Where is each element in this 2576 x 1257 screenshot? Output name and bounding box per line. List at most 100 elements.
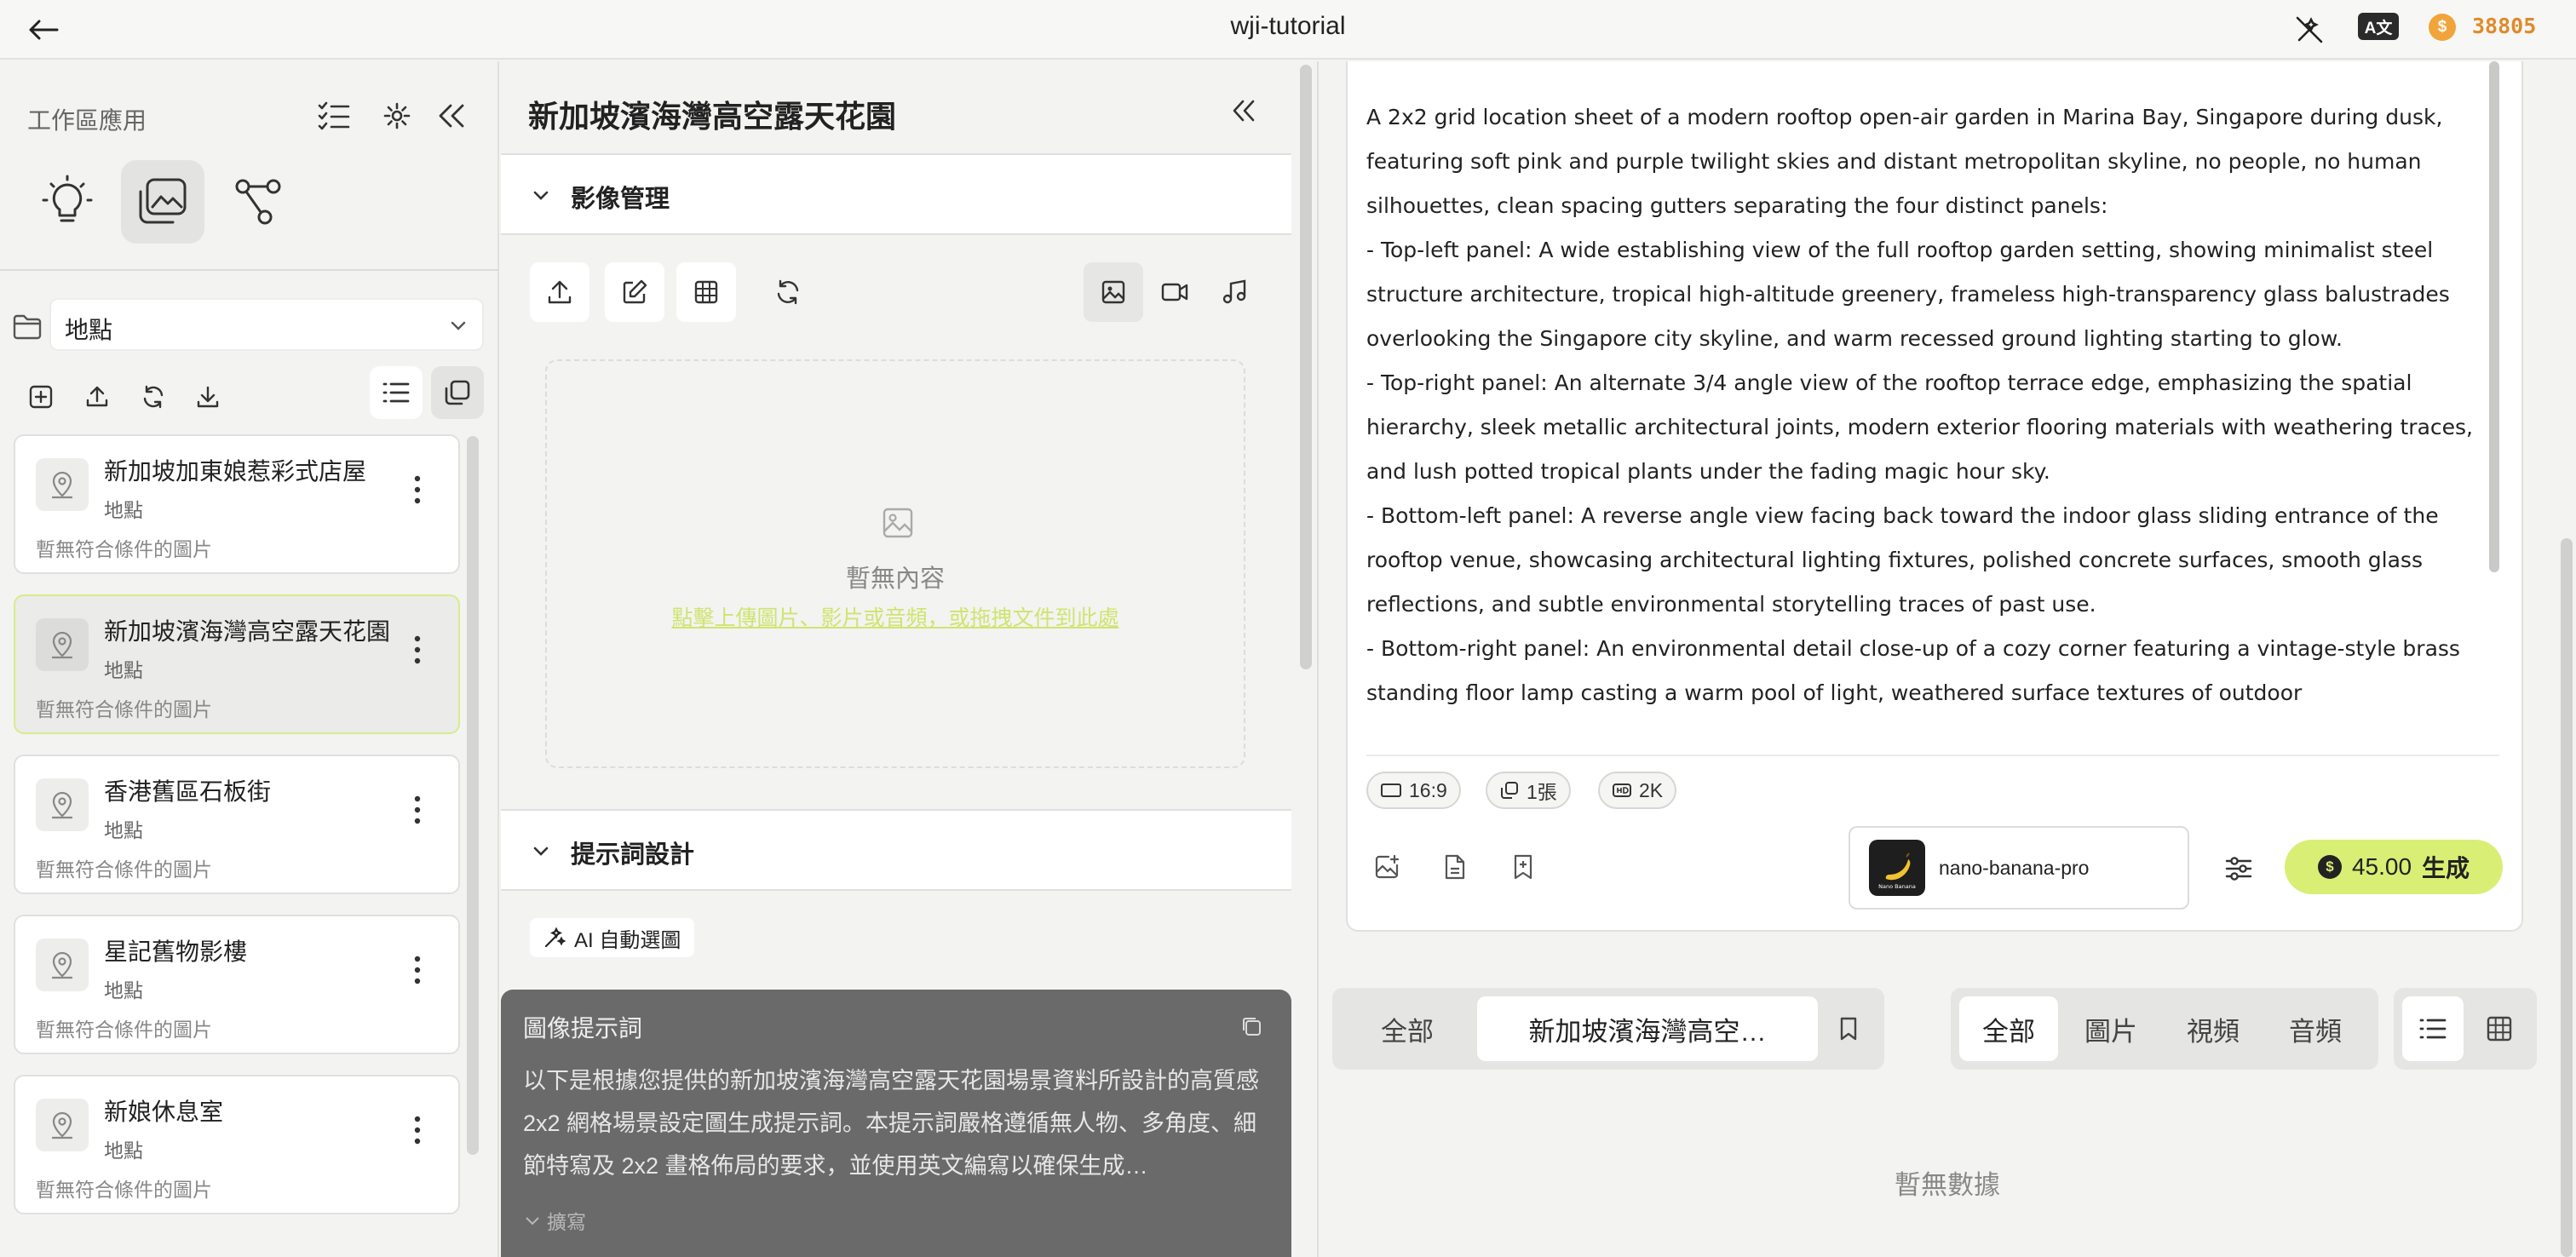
language-icon[interactable]: A文	[2358, 13, 2399, 40]
list-view-icon[interactable]	[2402, 996, 2464, 1061]
bookmark-add-icon[interactable]	[1501, 845, 1545, 889]
collapse-sidebar-icon[interactable]	[429, 94, 474, 138]
music-filter-icon[interactable]	[1205, 262, 1264, 322]
upload-drop-zone[interactable]: 暫無內容 點擊上傳圖片、影片或音頻，或拖拽文件到此處	[545, 359, 1245, 768]
collapse-panel-icon[interactable]	[1222, 89, 1266, 133]
location-card[interactable]: 星記舊物影樓 地點 暫無符合條件的圖片	[14, 915, 460, 1054]
prompt-design-header[interactable]: 提示詞設計	[501, 809, 1291, 891]
media-tab-video[interactable]: 視頻	[2164, 996, 2263, 1061]
results-scrollbar[interactable]	[2561, 538, 2573, 1257]
generator-panel: A 2x2 grid location sheet of a modern ro…	[1319, 61, 2576, 1257]
sidebar-scrollbar[interactable]	[467, 436, 479, 1155]
media-tab-audio[interactable]: 音頻	[2266, 996, 2365, 1061]
resolution-value: 2K	[1639, 778, 1664, 801]
chevron-down-icon	[533, 847, 549, 856]
add-item-icon[interactable]	[19, 375, 63, 419]
app-title: wji-tutorial	[1230, 12, 1346, 40]
location-type: 地點	[104, 819, 143, 841]
location-type: 地點	[104, 659, 143, 681]
location-status: 暫無符合條件的圖片	[36, 858, 212, 881]
location-name: 香港舊區石板街	[104, 778, 272, 805]
location-name: 新娘休息室	[104, 1099, 224, 1125]
wand-off-icon[interactable]	[2290, 10, 2329, 49]
more-options-icon[interactable]	[400, 789, 434, 831]
more-options-icon[interactable]	[400, 628, 434, 671]
location-pin-icon	[36, 778, 89, 831]
prompt-box-text[interactable]: 以下是根據您提供的新加坡濱海灣高空露天花園場景資料所設計的高質感 2x2 網格場…	[523, 1059, 1269, 1187]
model-selector[interactable]: Nano Banana nano-banana-pro	[1849, 826, 2189, 910]
settings-sliders-icon[interactable]	[2215, 845, 2263, 893]
image-management-header[interactable]: 影像管理	[501, 153, 1291, 235]
section-label: 影像管理	[571, 186, 670, 213]
section-label: 提示詞設計	[571, 841, 695, 869]
checklist-icon[interactable]	[312, 94, 356, 138]
panel-title: 新加坡濱海灣高空露天花園	[528, 99, 897, 134]
generate-cost: 45.00	[2351, 853, 2412, 880]
location-card[interactable]: 香港舊區石板街 地點 暫無符合條件的圖片	[14, 755, 460, 894]
document-icon[interactable]	[1433, 845, 1477, 889]
download-icon[interactable]	[186, 375, 230, 419]
media-tab-image[interactable]: 圖片	[2061, 996, 2160, 1061]
image-count-chip[interactable]: 1張	[1486, 772, 1571, 809]
ai-button-label: AI 自動選圖	[574, 928, 681, 952]
coin-icon: $	[2317, 855, 2342, 879]
location-card-selected[interactable]: 新加坡濱海灣高空露天花園 地點 暫無符合條件的圖片	[14, 594, 460, 734]
prompt-scrollbar[interactable]	[2489, 61, 2499, 572]
resolution-chip[interactable]: 2K	[1598, 772, 1677, 809]
scope-all-tab[interactable]: 全部	[1344, 996, 1470, 1061]
image-filter-icon[interactable]	[1084, 262, 1143, 322]
location-status: 暫無符合條件的圖片	[36, 538, 212, 560]
location-type: 地點	[104, 1139, 143, 1162]
upload-icon[interactable]	[75, 375, 119, 419]
more-options-icon[interactable]	[400, 468, 434, 511]
image-gallery-app-icon[interactable]	[121, 160, 204, 244]
grid-view-icon[interactable]	[2469, 996, 2530, 1061]
gear-icon[interactable]	[375, 94, 419, 138]
upload-link[interactable]: 點擊上傳圖片、影片或音頻，或拖拽文件到此處	[547, 601, 1244, 632]
refresh-icon[interactable]	[758, 262, 818, 322]
copy-icon[interactable]	[1240, 1015, 1262, 1037]
scope-current-tab[interactable]: 新加坡濱海灣高空…	[1477, 996, 1818, 1061]
list-view-icon[interactable]	[370, 366, 423, 419]
lightbulb-app-icon[interactable]	[26, 160, 109, 244]
prompt-editor[interactable]: A 2x2 grid location sheet of a modern ro…	[1366, 95, 2482, 744]
bookmark-icon[interactable]	[1826, 1007, 1871, 1051]
category-select[interactable]: 地點	[49, 298, 484, 351]
chevron-down-icon	[526, 1217, 539, 1225]
aspect-ratio-value: 16:9	[1409, 778, 1447, 801]
panel-scrollbar[interactable]	[1300, 65, 1312, 669]
detail-panel: 新加坡濱海灣高空露天花園 影像管理 暫無內容 點擊上傳圖片、影片或音頻，或拖拽文…	[501, 61, 1312, 1257]
location-type: 地點	[104, 979, 143, 1002]
expand-label: 擴寫	[547, 1211, 586, 1233]
workflow-app-icon[interactable]	[216, 160, 300, 244]
generate-button[interactable]: $ 45.00 生成	[2285, 840, 2503, 894]
video-filter-icon[interactable]	[1145, 262, 1205, 322]
aspect-ratio-chip[interactable]: 16:9	[1366, 772, 1461, 809]
images-icon	[1501, 782, 1518, 799]
image-prompt-box: 圖像提示詞 以下是根據您提供的新加坡濱海灣高空露天花園場景資料所設計的高質感 2…	[501, 990, 1291, 1257]
gallery-view-icon[interactable]	[431, 366, 484, 419]
location-card[interactable]: 新加坡加東娘惹彩式店屋 地點 暫無符合條件的圖片	[14, 434, 460, 574]
location-card[interactable]: 新娘休息室 地點 暫無符合條件的圖片	[14, 1075, 460, 1214]
add-image-icon[interactable]	[1365, 845, 1409, 889]
divider	[1366, 755, 2499, 756]
prompt-line: - Top-left panel: A wide establishing vi…	[1366, 238, 2450, 351]
prompt-line: A 2x2 grid location sheet of a modern ro…	[1366, 105, 2443, 218]
credits-count: 38805	[2472, 14, 2537, 38]
edit-icon[interactable]	[605, 262, 664, 322]
more-options-icon[interactable]	[400, 1109, 434, 1151]
location-pin-icon	[36, 1099, 89, 1151]
location-pin-icon	[36, 618, 89, 671]
media-filter: 全部 圖片 視頻 音頻	[1951, 988, 2378, 1070]
ai-auto-select-button[interactable]: AI 自動選圖	[530, 918, 695, 957]
location-name: 星記舊物影樓	[104, 938, 248, 965]
media-tab-all[interactable]: 全部	[1959, 996, 2058, 1061]
more-options-icon[interactable]	[400, 949, 434, 991]
upload-icon[interactable]	[530, 262, 589, 322]
refresh-icon[interactable]	[131, 375, 175, 419]
prompt-line: - Bottom-right panel: An environmental d…	[1366, 636, 2460, 705]
expand-button[interactable]: 擴寫	[523, 1206, 586, 1235]
sidebar: 工作區應用 地點 新加坡加東娘惹彩式店屋 地點 暫無符合條件的圖片 新加坡濱海灣…	[0, 61, 499, 1257]
grid-icon[interactable]	[676, 262, 736, 322]
prompt-box-title: 圖像提示詞	[523, 1015, 643, 1042]
